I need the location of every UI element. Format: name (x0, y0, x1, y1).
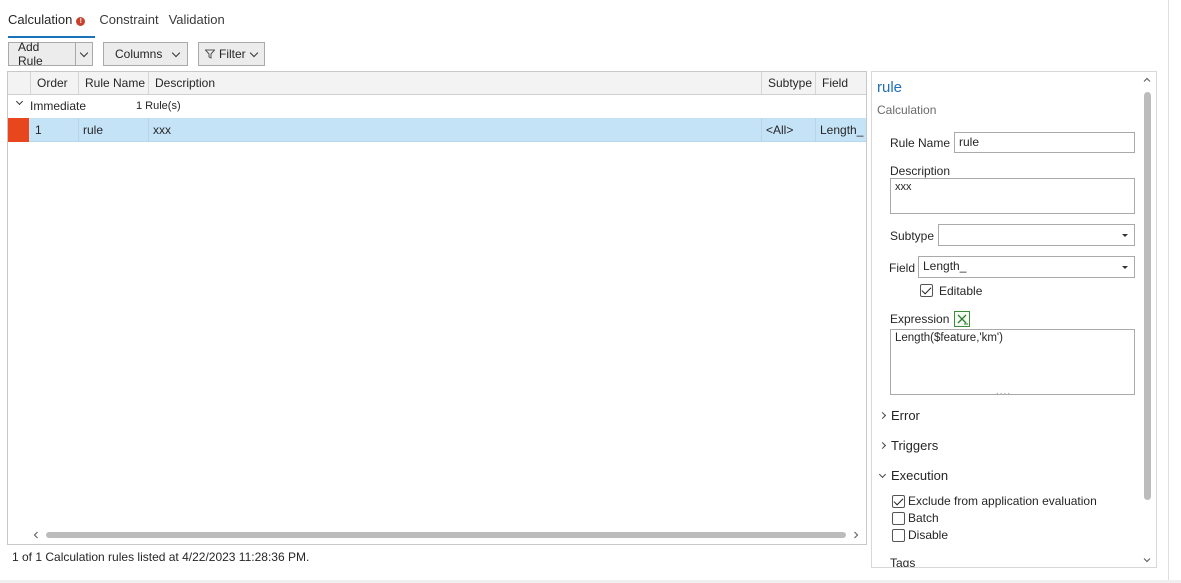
description-label: Description (890, 164, 951, 178)
expression-editor[interactable]: Length($feature,'km') .... (890, 329, 1135, 397)
column-header-field[interactable]: Field (816, 72, 866, 94)
tab-validation[interactable]: Validation (169, 12, 225, 34)
tags-label: Tags (890, 556, 916, 568)
scroll-left-icon[interactable] (32, 531, 40, 539)
editable-checkbox[interactable] (920, 284, 933, 297)
rule-name-label: Rule Name (890, 136, 951, 150)
group-row-immediate[interactable]: Immediate 1 Rule(s) (8, 95, 866, 119)
expression-label: Expression (890, 312, 950, 326)
columns-button[interactable]: Columns (103, 42, 188, 66)
window-divider (1168, 0, 1169, 583)
resize-grip-icon[interactable]: .... (996, 386, 1011, 397)
rule-type-tabs: Calculation! Constraint Validation (8, 12, 225, 38)
expression-builder-button[interactable] (954, 311, 970, 327)
triggers-section-header[interactable]: Triggers (878, 438, 939, 453)
warning-icon: ! (76, 17, 86, 26)
scroll-right-icon[interactable] (852, 531, 860, 539)
columns-label: Columns (115, 47, 163, 61)
chevron-down-icon (878, 470, 887, 478)
panel-title: rule (877, 79, 903, 96)
chevron-down-icon (1122, 266, 1128, 269)
error-section-label: Error (891, 408, 920, 423)
subtype-label: Subtype (890, 229, 935, 243)
chevron-down-icon (1122, 234, 1128, 237)
exclude-from-app-eval-label: Exclude from application evaluation (908, 494, 1097, 508)
chevron-down-icon[interactable] (15, 97, 24, 106)
tab-calculation-label: Calculation (8, 12, 73, 27)
error-section-header[interactable]: Error (878, 408, 920, 423)
column-header-subtype[interactable]: Subtype (762, 72, 816, 94)
group-name: Immediate (30, 99, 87, 113)
disable-checkbox[interactable] (892, 529, 905, 542)
header-row-selector (8, 72, 31, 94)
field-select[interactable]: Length_ (918, 256, 1135, 278)
disable-label: Disable (908, 528, 949, 542)
tab-constraint-label: Constraint (99, 12, 159, 27)
cell-field: Length_ (820, 123, 864, 137)
triggers-section-label: Triggers (891, 438, 939, 453)
column-header-description[interactable]: Description (149, 72, 762, 94)
add-rule-label: Add Rule (18, 40, 43, 68)
chevron-down-icon (171, 48, 181, 57)
chevron-down-icon (79, 48, 89, 57)
add-rule-button[interactable]: Add Rule (8, 40, 93, 68)
rules-grid: Order Rule Name Description Subtype Fiel… (7, 71, 867, 545)
expression-builder-icon (957, 314, 968, 325)
status-text: 1 of 1 Calculation rules listed at 4/22/… (12, 550, 310, 564)
cell-order: 1 (31, 118, 79, 142)
column-header-order[interactable]: Order (31, 72, 79, 94)
filter-button[interactable]: Filter (198, 42, 265, 66)
rule-name-input[interactable]: rule (954, 132, 1135, 153)
batch-checkbox[interactable] (892, 512, 905, 525)
scroll-down-icon[interactable] (1143, 556, 1151, 564)
field-value: Length_ (923, 259, 967, 273)
vertical-scrollbar[interactable] (1141, 76, 1153, 564)
tab-constraint[interactable]: Constraint (99, 12, 158, 34)
row-marker[interactable] (8, 118, 29, 142)
horizontal-scroll-thumb[interactable] (46, 532, 846, 538)
expression-text: Length($feature,'km') (895, 332, 1003, 344)
batch-label: Batch (908, 511, 939, 525)
panel-subtitle: Calculation (877, 103, 937, 117)
subtype-select[interactable] (938, 224, 1135, 246)
chevron-right-icon (878, 441, 887, 450)
cell-subtype: <All> (762, 118, 816, 142)
description-input[interactable]: xxx (890, 178, 1135, 214)
execution-section-label: Execution (891, 468, 949, 483)
table-row[interactable]: 1 rule xxx <All> Length_ (8, 118, 866, 142)
add-rule-dropdown[interactable] (74, 43, 92, 65)
filter-icon (205, 49, 215, 59)
field-label: Field (889, 261, 916, 275)
tab-calculation[interactable]: Calculation! (8, 12, 96, 38)
execution-section-header[interactable]: Execution (878, 468, 949, 483)
cell-rule-name: rule (79, 118, 149, 142)
column-header-rule-name[interactable]: Rule Name (79, 72, 149, 94)
group-count: 1 Rule(s) (136, 100, 181, 112)
rule-details-panel: rule Calculation Rule Name rule Descript… (871, 71, 1157, 568)
chevron-down-icon (249, 48, 259, 57)
cell-description: xxx (149, 118, 762, 142)
scroll-up-icon[interactable] (1143, 76, 1151, 84)
exclude-from-app-eval-checkbox[interactable] (892, 495, 905, 508)
vertical-scroll-thumb[interactable] (1144, 92, 1151, 500)
chevron-right-icon (878, 411, 887, 420)
tab-validation-label: Validation (168, 12, 225, 27)
editable-label: Editable (939, 284, 983, 298)
grid-header: Order Rule Name Description Subtype Fiel… (8, 72, 866, 95)
filter-label: Filter (219, 47, 246, 61)
horizontal-scrollbar[interactable] (32, 530, 860, 540)
